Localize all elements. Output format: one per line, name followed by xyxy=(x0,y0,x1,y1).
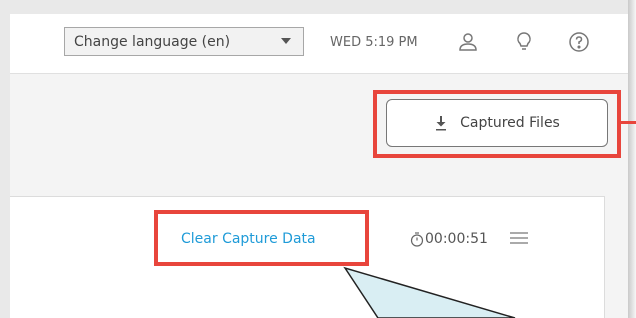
lightbulb-icon[interactable] xyxy=(512,30,536,54)
caret-down-icon xyxy=(281,38,291,44)
clock: WED 5:19 PM xyxy=(330,35,418,50)
callout-connector xyxy=(620,121,636,124)
app-window: Change language (en) WED 5:19 PM Capture… xyxy=(0,0,628,318)
user-icon[interactable] xyxy=(456,30,480,54)
language-select-value: Change language (en) xyxy=(74,33,231,50)
top-bar: Change language (en) WED 5:19 PM xyxy=(10,14,628,74)
menu-icon[interactable] xyxy=(509,230,529,246)
help-icon[interactable] xyxy=(567,30,591,54)
highlight-clear-capture xyxy=(154,210,369,266)
window-shadow xyxy=(628,0,636,318)
language-select[interactable]: Change language (en) xyxy=(64,27,304,56)
highlight-captured-files xyxy=(373,90,621,158)
capture-timer: 00:00:51 xyxy=(409,227,488,251)
stopwatch-icon xyxy=(409,231,425,247)
timer-value: 00:00:51 xyxy=(425,231,488,247)
